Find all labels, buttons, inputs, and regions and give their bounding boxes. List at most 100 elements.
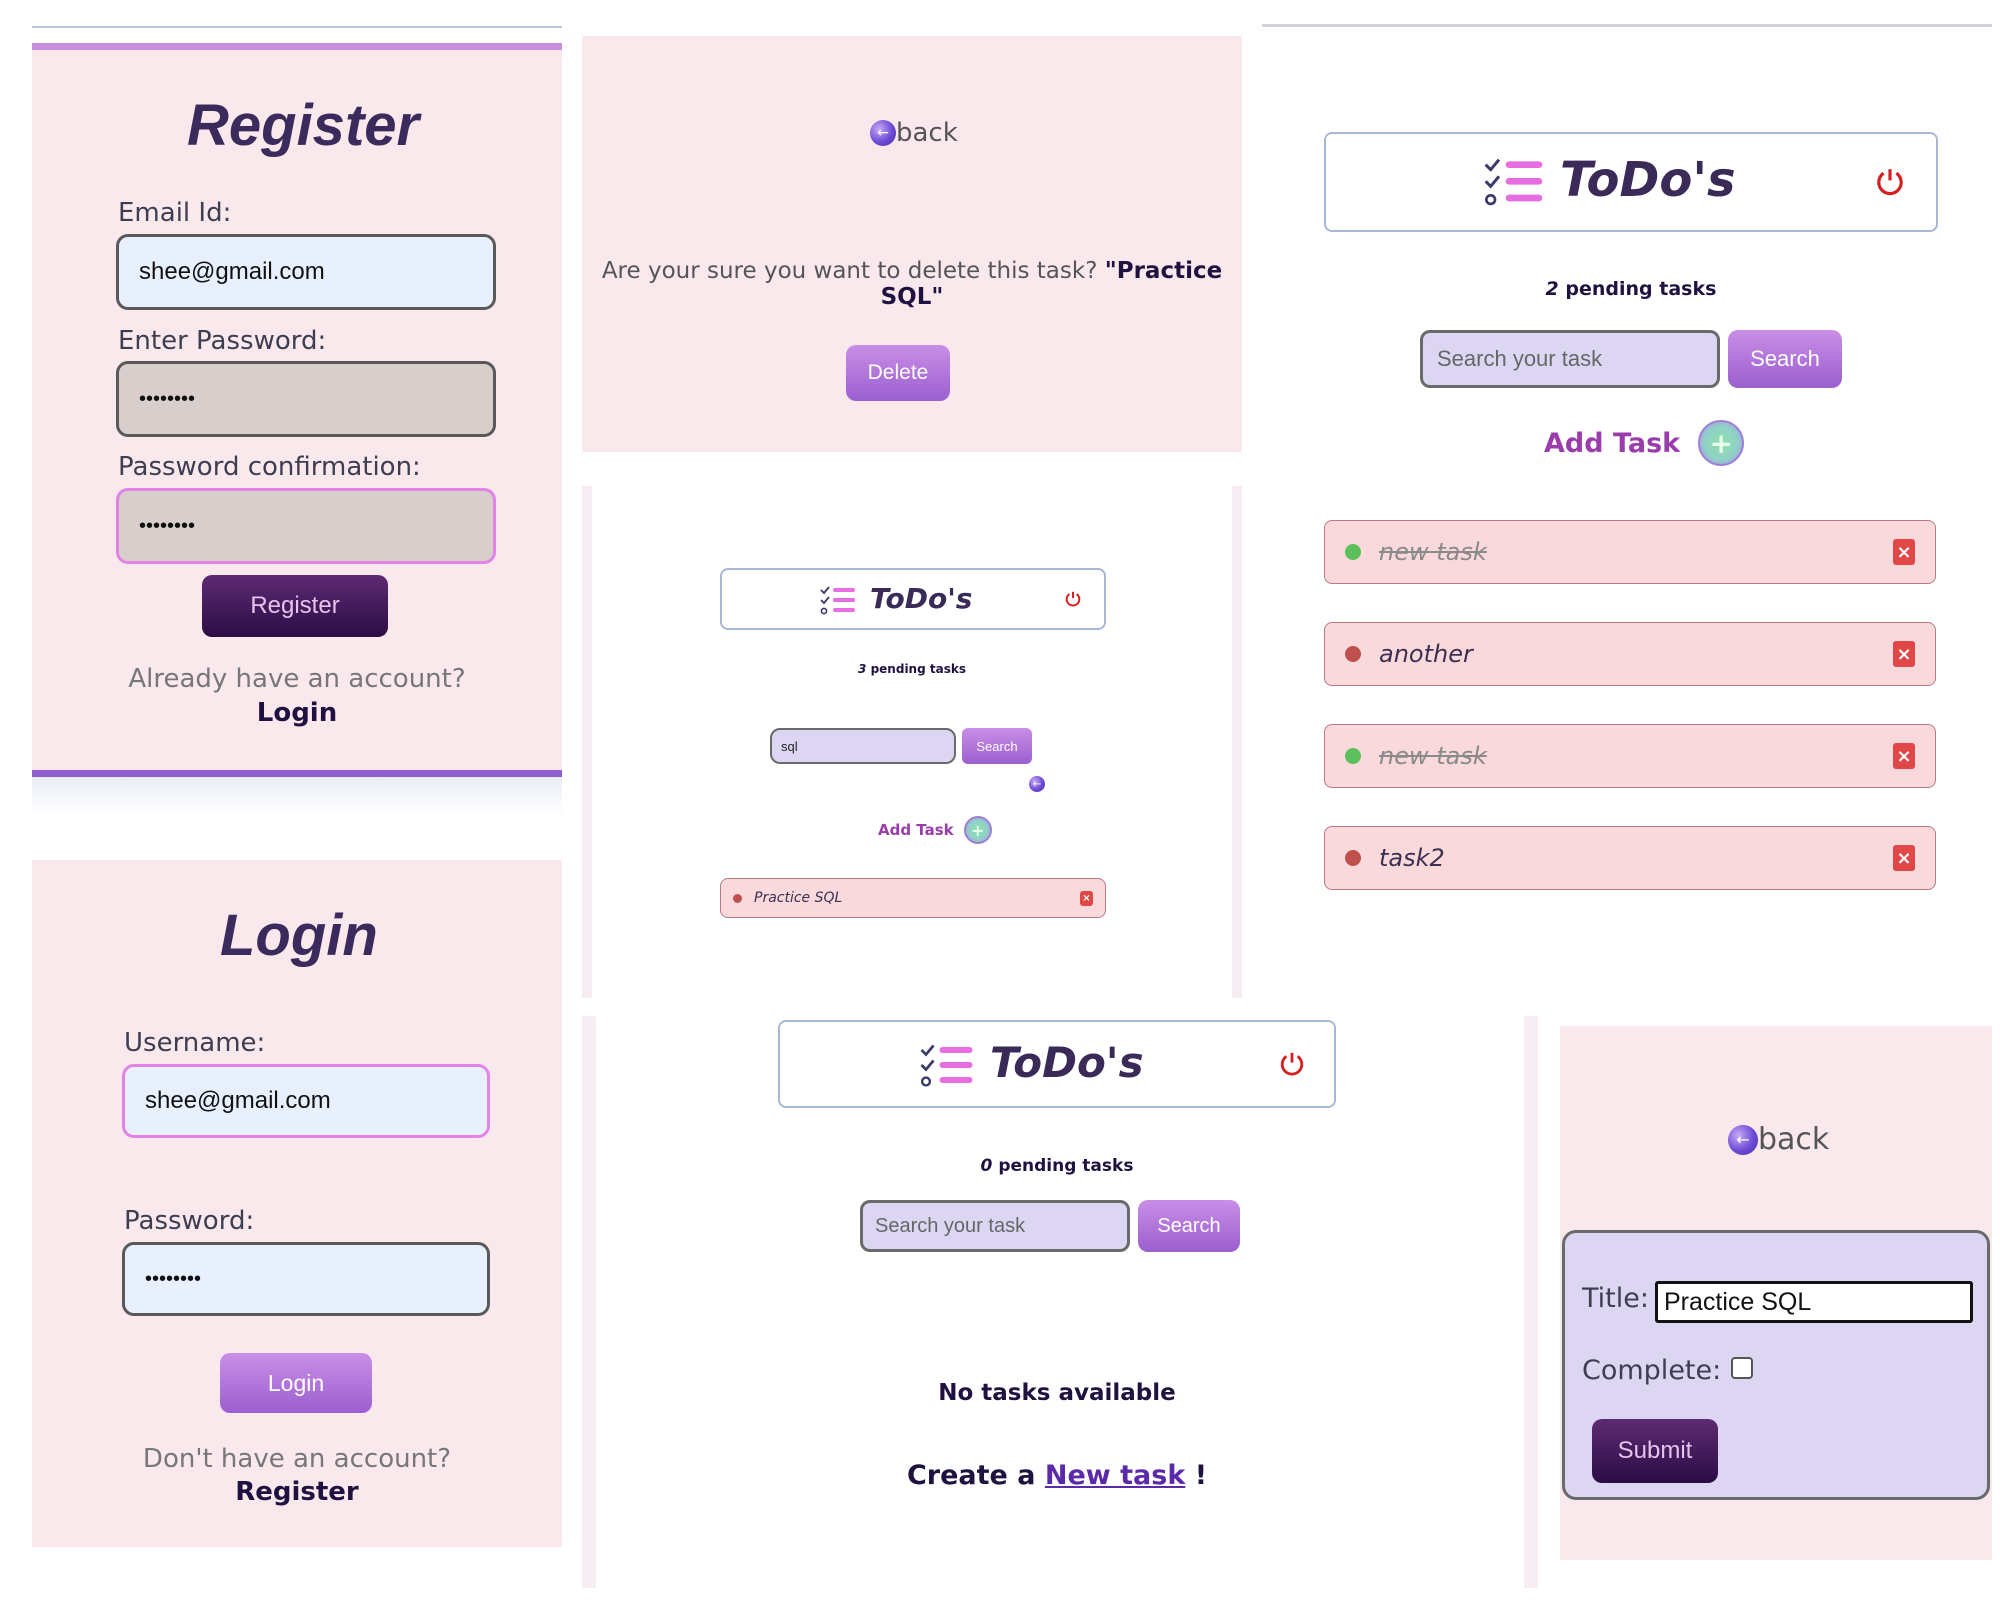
app-title: ToDo's xyxy=(870,582,973,615)
back-arrow-icon[interactable]: ← xyxy=(1029,776,1045,792)
pending-count: 0 pending tasks xyxy=(778,1156,1336,1176)
todo-empty-view: ToDo's 0 pending tasks Search your task … xyxy=(582,1016,1538,1588)
create-prefix: Create a xyxy=(906,1460,1036,1491)
edit-task-panel: ← back Title: Practice SQL Complete: Sub… xyxy=(1560,1026,1992,1560)
edit-form: Title: Practice SQL Complete: Submit xyxy=(1562,1230,1990,1500)
email-field[interactable]: shee@gmail.com xyxy=(116,234,496,310)
logout-power-icon[interactable] xyxy=(1874,166,1906,198)
delete-trash-icon[interactable]: × xyxy=(1893,845,1915,871)
register-form: Register Email Id: shee@gmail.com Enter … xyxy=(32,50,562,776)
delete-trash-icon[interactable]: × xyxy=(1893,743,1915,769)
delete-question: Are your sure you want to delete this ta… xyxy=(582,258,1242,310)
search-input[interactable]: Search your task xyxy=(1420,330,1720,388)
add-circle-icon: + xyxy=(963,816,992,844)
back-label: back xyxy=(896,118,958,148)
confirm-password-field[interactable]: •••••••• xyxy=(116,488,496,564)
task-row[interactable]: Practice SQL × xyxy=(720,878,1106,918)
task-row[interactable]: new task × xyxy=(1324,520,1936,584)
task-row[interactable]: task2 × xyxy=(1324,826,1936,890)
top-accent-bar xyxy=(32,43,562,50)
password-field[interactable]: •••••••• xyxy=(122,1242,490,1316)
task-title[interactable]: another xyxy=(1379,640,1893,668)
app-title: ToDo's xyxy=(990,1038,1144,1087)
password-label: Password: xyxy=(124,1206,255,1236)
title-input[interactable]: Practice SQL xyxy=(1655,1281,1973,1323)
username-field[interactable]: shee@gmail.com xyxy=(122,1064,490,1138)
register-panel: Register Email Id: shee@gmail.com Enter … xyxy=(32,26,562,826)
task-status-dot xyxy=(1345,544,1361,560)
app-header: ToDo's xyxy=(778,1020,1336,1108)
add-task-link[interactable]: Add Task + xyxy=(1544,420,1745,466)
register-button[interactable]: Register xyxy=(202,575,388,637)
search-input[interactable]: sql xyxy=(770,728,956,764)
add-task-label: Add Task xyxy=(878,821,954,839)
task-status-dot xyxy=(1345,748,1361,764)
back-label: back xyxy=(1758,1122,1830,1157)
bottom-accent-bar xyxy=(32,770,562,777)
login-prompt: Already have an account? xyxy=(128,664,466,694)
checklist-icon xyxy=(820,586,855,615)
bottom-fade xyxy=(32,777,562,817)
add-task-label: Add Task xyxy=(1544,427,1681,459)
task-status-dot xyxy=(733,893,742,903)
login-button[interactable]: Login xyxy=(220,1353,372,1413)
add-circle-icon: + xyxy=(1698,420,1745,466)
pending-suffix: pending tasks xyxy=(998,1156,1134,1176)
email-label: Email Id: xyxy=(118,198,232,228)
question-text: Are your sure you want to delete this ta… xyxy=(601,258,1098,284)
task-row[interactable]: another × xyxy=(1324,622,1936,686)
empty-message: No tasks available xyxy=(938,1380,1176,1406)
top-divider xyxy=(32,26,562,28)
pending-number: 0 xyxy=(980,1156,993,1176)
checklist-icon xyxy=(920,1044,973,1087)
pending-suffix: pending tasks xyxy=(870,662,966,676)
delete-trash-icon[interactable]: × xyxy=(1893,539,1915,565)
create-task-prompt: Create a New task ! xyxy=(778,1460,1336,1491)
delete-trash-icon[interactable]: × xyxy=(1893,641,1915,667)
app-header: ToDo's xyxy=(720,568,1106,630)
task-status-dot xyxy=(1345,850,1361,866)
search-button[interactable]: Search xyxy=(1138,1200,1240,1252)
app-title: ToDo's xyxy=(1560,152,1736,208)
confirm-label: Password confirmation: xyxy=(118,452,421,482)
todo-list-view: ToDo's 2 pending tasks Search your task … xyxy=(1262,24,1992,994)
pending-number: 3 xyxy=(858,662,867,676)
pending-count: 3 pending tasks xyxy=(592,662,1232,676)
task-title[interactable]: new task xyxy=(1379,742,1893,770)
pending-suffix: pending tasks xyxy=(1565,278,1717,300)
todo-search-view: ToDo's 3 pending tasks sql Search ← Add … xyxy=(582,486,1242,998)
new-task-link[interactable]: New task xyxy=(1045,1460,1185,1491)
create-suffix: ! xyxy=(1194,1460,1208,1491)
password-field[interactable]: •••••••• xyxy=(116,361,496,437)
top-divider xyxy=(1262,24,1992,27)
add-task-link[interactable]: Add Task + xyxy=(878,816,992,844)
back-arrow-icon: ← xyxy=(1728,1124,1758,1155)
search-input[interactable]: Search your task xyxy=(860,1200,1130,1252)
back-link[interactable]: ← back xyxy=(870,118,958,148)
back-link[interactable]: ← back xyxy=(1728,1122,1829,1157)
search-button[interactable]: Search xyxy=(1728,330,1842,388)
complete-checkbox[interactable] xyxy=(1731,1357,1753,1379)
register-link[interactable]: Register xyxy=(32,1477,562,1507)
title-label: Title: xyxy=(1582,1283,1649,1314)
task-row[interactable]: new task × xyxy=(1324,724,1936,788)
task-title[interactable]: Practice SQL xyxy=(754,890,1080,906)
delete-trash-icon[interactable]: × xyxy=(1080,890,1093,906)
delete-button[interactable]: Delete xyxy=(846,345,950,401)
app-header: ToDo's xyxy=(1324,132,1938,232)
pending-number: 2 xyxy=(1545,278,1559,300)
task-title[interactable]: new task xyxy=(1379,538,1893,566)
task-title[interactable]: task2 xyxy=(1379,844,1893,872)
login-title: Login xyxy=(220,903,378,968)
logout-power-icon[interactable] xyxy=(1278,1050,1306,1078)
pending-count: 2 pending tasks xyxy=(1324,278,1938,300)
logout-power-icon[interactable] xyxy=(1064,590,1082,608)
search-button[interactable]: Search xyxy=(962,728,1032,764)
submit-button[interactable]: Submit xyxy=(1592,1419,1718,1483)
login-panel: Login Username: shee@gmail.com Password:… xyxy=(32,860,562,1547)
register-title: Register xyxy=(187,93,420,158)
login-link[interactable]: Login xyxy=(32,698,562,728)
username-label: Username: xyxy=(124,1028,266,1058)
back-arrow-icon: ← xyxy=(870,120,896,146)
checklist-icon xyxy=(1484,158,1543,206)
